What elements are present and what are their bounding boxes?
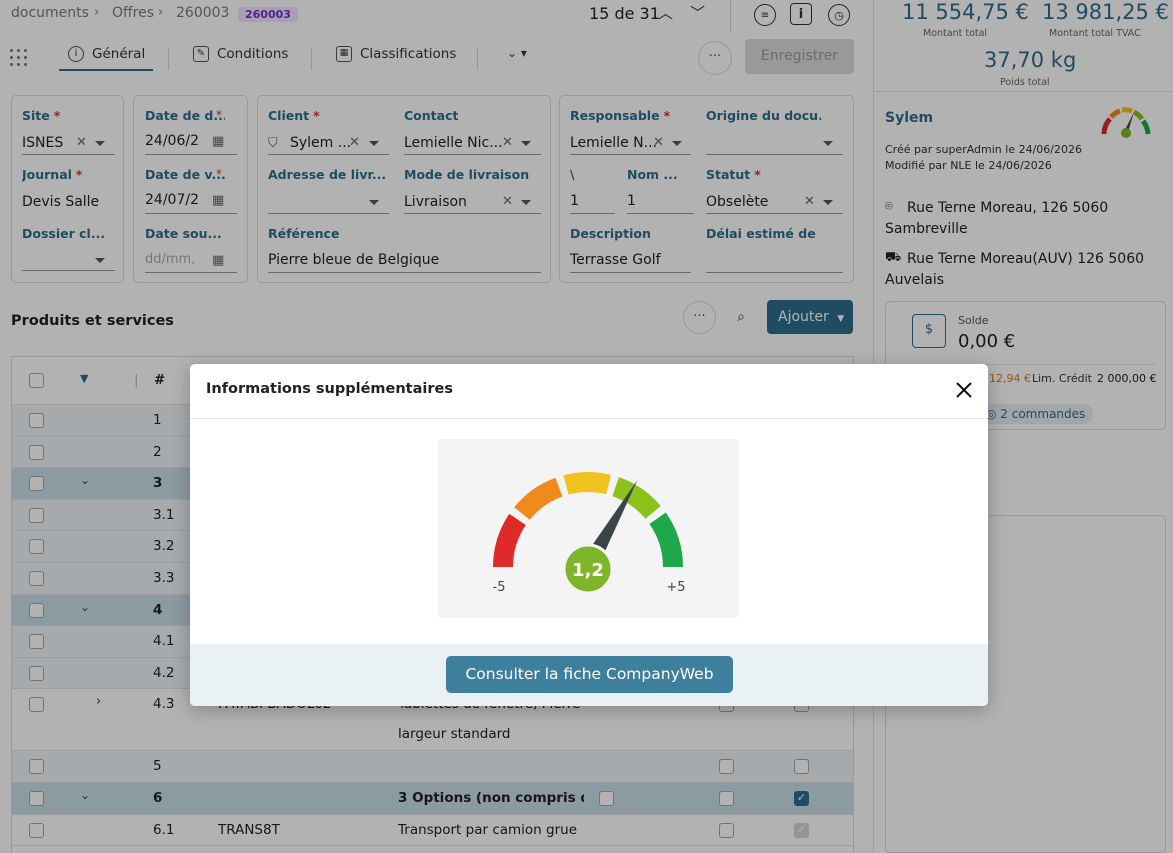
gauge-container: 1,2 -5 +5 bbox=[438, 439, 739, 618]
info-modal: Informations supplémentaires 1,2 -5 +5 Con… bbox=[190, 364, 988, 706]
modal-footer: Consulter la fiche CompanyWeb bbox=[190, 644, 988, 706]
score-gauge: 1,2 -5 +5 bbox=[493, 472, 686, 595]
gauge-segment bbox=[563, 472, 611, 495]
gauge-value-label: 1,2 bbox=[572, 560, 604, 581]
modal-title: Informations supplémentaires bbox=[206, 381, 453, 397]
close-icon[interactable] bbox=[952, 378, 976, 402]
gauge-min-label: -5 bbox=[493, 580, 506, 595]
gauge-max-label: +5 bbox=[666, 580, 685, 595]
modal-divider bbox=[190, 418, 988, 419]
gauge-segment bbox=[514, 477, 563, 521]
gauge-segment bbox=[649, 512, 683, 568]
companyweb-button[interactable]: Consulter la fiche CompanyWeb bbox=[446, 656, 733, 693]
gauge-segment bbox=[493, 513, 527, 568]
